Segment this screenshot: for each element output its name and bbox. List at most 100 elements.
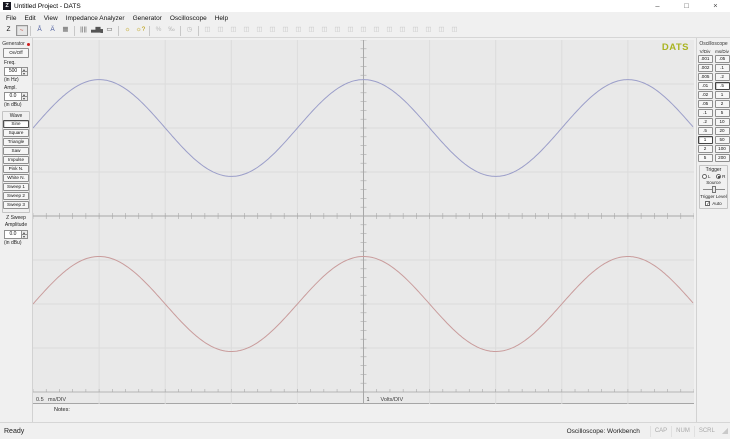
generator-sine-icon[interactable]: ~ [16,25,28,36]
slider-thumb[interactable] [712,186,716,193]
minimize-button[interactable]: – [643,0,672,12]
msdiv-button-2[interactable]: 2 [715,100,730,108]
wave-button-sine[interactable]: Sine [3,120,29,128]
z-sweep-amplitude-value[interactable]: 0.0 [4,230,22,239]
wave-button-white-n[interactable]: White N. [3,174,29,182]
preset-slot-icon: ◫ [215,25,227,36]
trigger-auto-checkbox[interactable]: ✓ Auto [700,201,727,206]
wave-button-sweep-1[interactable]: Sweep 1 [3,183,29,191]
trigger-source-left-radio[interactable]: L [702,174,711,179]
trigger-group-label: Trigger [700,167,727,173]
vdiv-button-1[interactable]: 1 [698,136,713,144]
menu-item-oscilloscope[interactable]: Oscilloscope [166,15,211,22]
wave-button-pink-n[interactable]: Pink N. [3,165,29,173]
menu-item-generator[interactable]: Generator [129,15,166,22]
msdiv-button-200[interactable]: 200 [715,154,730,162]
vdiv-button-001[interactable]: .001 [698,55,713,63]
vdiv-button-5[interactable]: .5 [698,127,713,135]
frequency-down-button[interactable] [22,72,28,76]
impedance-test-icon[interactable]: Z [3,25,15,36]
vdiv-button-005[interactable]: .005 [698,73,713,81]
menu-item-view[interactable]: View [40,15,62,22]
menu-item-edit[interactable]: Edit [20,15,39,22]
impulse-view-icon[interactable]: |||| [78,25,90,36]
scope-plot: 0.5ms/DIV1Volts/DIV DATS [33,40,694,404]
vdiv-button-02[interactable]: .02 [698,91,713,99]
bar-graph-icon[interactable]: ▃▆▄ [91,25,103,36]
timebase-unit-label: ms/DIV [48,397,66,403]
trigger-left-label: L [708,174,711,179]
trigger-source-slider[interactable] [703,186,725,193]
amplitude-down-button[interactable] [22,97,28,101]
toolbar-separator [198,26,199,36]
preset-slot-icon: ◫ [293,25,305,36]
msdiv-button-50[interactable]: 50 [715,136,730,144]
resize-grip[interactable]: ◢ [722,426,728,436]
generator-panel-title: Generator [2,41,25,47]
clock-icon: ◷ [184,25,196,36]
radio-circle-icon [702,174,707,179]
trigger-source-right-radio[interactable]: R [716,174,726,179]
tip-bulb-icon[interactable]: ☼ [122,25,134,36]
wave-button-sweep-2[interactable]: Sweep 2 [3,192,29,200]
toolbar-separator [118,26,119,36]
calibrate-leads-icon[interactable]: Å [34,25,46,36]
oscilloscope-panel-title: Oscilloscope [699,41,727,47]
volts-value-label: 1 [367,397,370,403]
meter-view-icon[interactable]: ▭ [104,25,116,36]
menu-item-help[interactable]: Help [211,15,232,22]
frequency-value[interactable]: 500 [4,67,22,76]
frequency-stepper: 500 [4,67,28,76]
menu-item-file[interactable]: File [2,15,20,22]
msdiv-button-05[interactable]: .05 [715,55,730,63]
preset-slot-icon: ◫ [228,25,240,36]
num-indicator: NUM [671,426,694,437]
wave-group-label: Wave [3,113,29,119]
vdiv-button-01[interactable]: .01 [698,82,713,90]
msdiv-button-2[interactable]: .2 [715,73,730,81]
amplitude-value[interactable]: 0.0 [4,92,22,101]
calibrate-mass-icon[interactable]: Ä [47,25,59,36]
toolbar-separator [30,26,31,36]
wave-groupbox: Wave SineSquareTriangleSawImpulsePink N.… [2,111,30,213]
wave-button-square[interactable]: Square [3,129,29,137]
preset-slot-icon: ◫ [241,25,253,36]
volts-unit-label: Volts/DIV [381,397,404,403]
wave-button-triangle[interactable]: Triangle [3,138,29,146]
main-area: Generator On/Off Freq. 500 (in Hz) Ampl.… [0,38,730,422]
vdiv-button-5[interactable]: 5 [698,154,713,162]
wave-button-saw[interactable]: Saw [3,147,29,155]
close-button[interactable]: × [701,0,730,12]
msdiv-button-20[interactable]: 20 [715,127,730,135]
msdiv-button-100[interactable]: 100 [715,145,730,153]
preset-slot-icon: ◫ [397,25,409,36]
help-bulb-icon[interactable]: ☼? [135,25,147,36]
wave-button-sweep-3[interactable]: Sweep 3 [3,201,29,209]
msdiv-button-1[interactable]: .1 [715,64,730,72]
preset-slot-icon: ◫ [267,25,279,36]
frequency-label: Freq. [4,60,32,66]
preset-slot-icon: ◫ [423,25,435,36]
permille-icon: ‰ [166,25,178,36]
menu-item-impedance-analyzer[interactable]: Impedance Analyzer [62,15,129,22]
oscilloscope-panel: Oscilloscope V/Div ms/Div .001.002.005.0… [696,38,730,422]
msdiv-button-1[interactable]: 1 [715,91,730,99]
msdiv-button-10[interactable]: 10 [715,118,730,126]
wave-button-impulse[interactable]: Impulse [3,156,29,164]
percent-icon: % [153,25,165,36]
status-ready-text: Ready [4,428,567,435]
preset-slot-icon: ◫ [280,25,292,36]
vdiv-button-002[interactable]: .002 [698,64,713,72]
maximize-button[interactable]: □ [672,0,701,12]
msdiv-button-5[interactable]: 5 [715,109,730,117]
vdiv-button-05[interactable]: .05 [698,100,713,108]
z-sweep-label-line1: Z Sweep [0,215,32,221]
vdiv-button-1[interactable]: .1 [698,109,713,117]
vdiv-button-2[interactable]: .2 [698,118,713,126]
z-sweep-down-button[interactable] [22,235,28,239]
generator-onoff-button[interactable]: On/Off [3,48,29,58]
preset-slot-icon: ◫ [449,25,461,36]
msdiv-button-5[interactable]: .5 [715,82,730,90]
vdiv-button-2[interactable]: 2 [698,145,713,153]
test-box-icon[interactable]: ▦ [60,25,72,36]
